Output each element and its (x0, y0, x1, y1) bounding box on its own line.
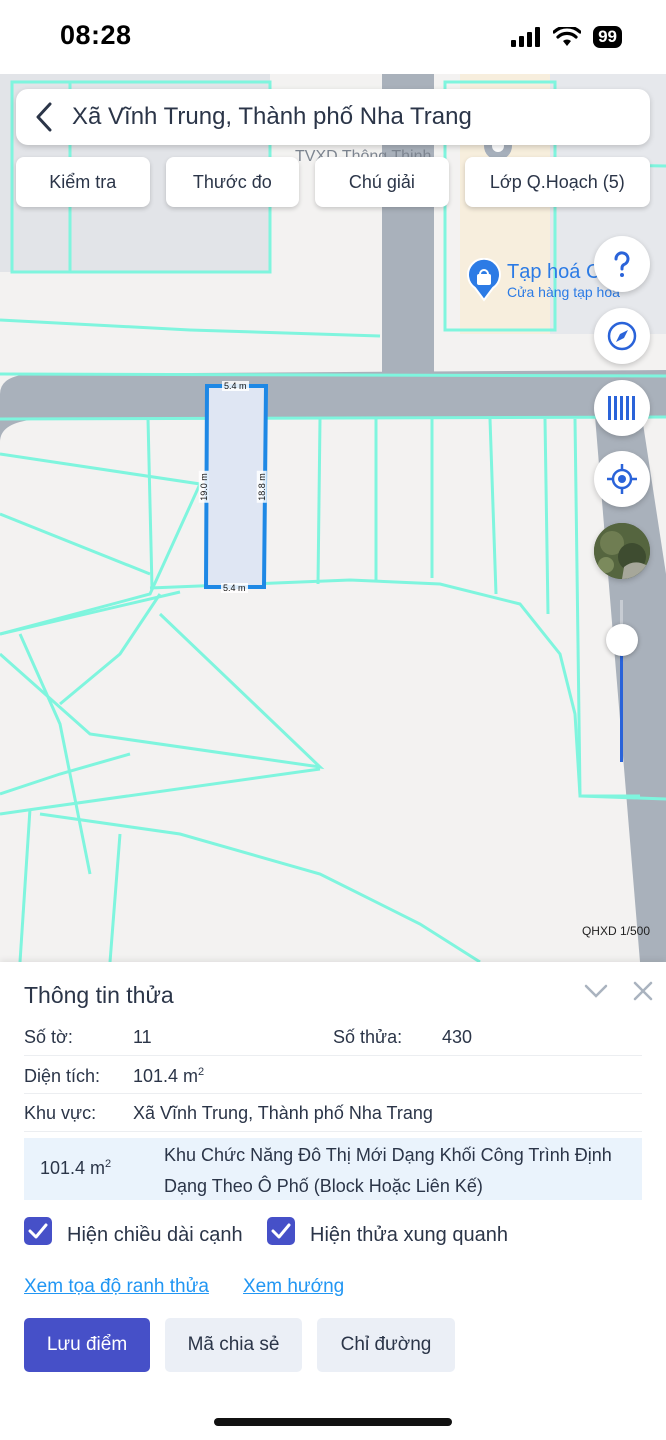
chevron-left-icon (36, 102, 52, 132)
parcel-dim-right: 18.8 m (256, 471, 267, 503)
close-icon (633, 981, 653, 1001)
compass-icon (607, 321, 637, 351)
signal-icon (511, 27, 541, 47)
khu-vuc-value: Xã Vĩnh Trung, Thành phố Nha Trang (133, 1103, 433, 1123)
dien-tich-label: Diện tích: (24, 1066, 101, 1086)
save-point-button[interactable]: Lưu điểm (24, 1318, 150, 1372)
row-dien-tich: Diện tích: 101.4 m2 (24, 1056, 642, 1094)
zone-area: 101.4 m2 (40, 1158, 112, 1178)
compass-button[interactable] (594, 308, 650, 364)
chip-thuoc-do[interactable]: Thước đo (165, 157, 300, 207)
zoning-info: 101.4 m2 Khu Chức Năng Đô Thị Mới Dạng K… (24, 1138, 642, 1200)
sheet-title: Thông tin thửa (24, 982, 174, 1008)
link-view-direction[interactable]: Xem hướng (243, 1276, 344, 1298)
help-button[interactable] (594, 236, 650, 292)
so-to-label: Số tờ: (24, 1027, 73, 1047)
satellite-view-button[interactable] (594, 523, 650, 579)
map-view[interactable]: TVXD Thông Thịnh Tạp hoá C Cửa hàng tạp … (0, 74, 666, 962)
so-thua-value: 430 (442, 1027, 473, 1047)
close-button[interactable] (628, 976, 658, 1006)
question-icon (614, 251, 630, 277)
link-parcel-coordinates[interactable]: Xem tọa độ ranh thửa (24, 1276, 209, 1298)
dien-tich-value: 101.4 m2 (133, 1066, 205, 1086)
directions-button[interactable]: Chỉ đường (317, 1318, 455, 1372)
toolbar-chips: Kiểm tra Thước đo Chú giải Lớp Q.Hoạch (… (16, 157, 651, 207)
location-title: Xã Vĩnh Trung, Thành phố Nha Trang (72, 103, 472, 130)
zoom-slider-thumb[interactable] (606, 624, 638, 656)
khu-vuc-label: Khu vực: (24, 1103, 97, 1123)
row-so-to: Số tờ: 11 Số thửa: 430 (24, 1020, 642, 1056)
status-icons: 99 (511, 26, 622, 48)
zone-description: Khu Chức Năng Đô Thị Mới Dạng Khối Công … (164, 1145, 612, 1196)
parcel-dim-left: 19.0 m (198, 471, 209, 503)
parcel-info-sheet: Thông tin thửa Số tờ: 11 Số thửa: 430 Di… (0, 962, 666, 1440)
satellite-thumbnail-icon (594, 523, 650, 579)
poi-name[interactable]: Tạp hoá C (507, 261, 600, 284)
status-time: 08:28 (60, 20, 132, 50)
home-indicator (214, 1418, 452, 1426)
chip-chu-giai[interactable]: Chú giải (315, 157, 449, 207)
chip-kiem-tra[interactable]: Kiểm tra (16, 157, 150, 207)
checkbox-neighbor-parcels[interactable] (267, 1217, 295, 1245)
zoom-slider-fill (620, 640, 623, 762)
store-pin-icon (467, 258, 501, 302)
check-icon (271, 1223, 291, 1239)
location-header[interactable]: Xã Vĩnh Trung, Thành phố Nha Trang (16, 89, 650, 145)
battery-indicator: 99 (593, 26, 622, 48)
layers-button[interactable] (594, 380, 650, 436)
checkbox-edge-length[interactable] (24, 1217, 52, 1245)
status-bar: 08:28 99 (0, 0, 666, 74)
checkbox-edge-length-label[interactable]: Hiện chiều dài cạnh (67, 1224, 243, 1247)
chip-lop-quy-hoach[interactable]: Lớp Q.Hoạch (5) (464, 157, 651, 207)
collapse-button[interactable] (581, 976, 611, 1006)
share-code-button[interactable]: Mã chia sẻ (165, 1318, 302, 1372)
row-khu-vuc: Khu vực: Xã Vĩnh Trung, Thành phố Nha Tr… (24, 1094, 642, 1132)
poi-category: Cửa hàng tạp hoá (507, 284, 620, 300)
locate-button[interactable] (594, 451, 650, 507)
checkbox-neighbor-parcels-label[interactable]: Hiện thửa xung quanh (310, 1224, 508, 1247)
so-thua-label: Số thửa: (333, 1027, 403, 1047)
map-scale-label: QHXD 1/500 (581, 924, 650, 938)
parcel-dim-top: 5.4 m (222, 381, 249, 391)
so-to-value: 11 (133, 1027, 152, 1047)
locate-icon (607, 464, 637, 494)
wifi-icon (553, 27, 582, 46)
chevron-down-icon (584, 984, 608, 998)
barcode-icon (608, 396, 635, 420)
check-icon (28, 1223, 48, 1239)
back-button[interactable] (16, 89, 72, 145)
map-canvas (0, 74, 666, 962)
parcel-dim-bottom: 5.4 m (221, 583, 248, 593)
